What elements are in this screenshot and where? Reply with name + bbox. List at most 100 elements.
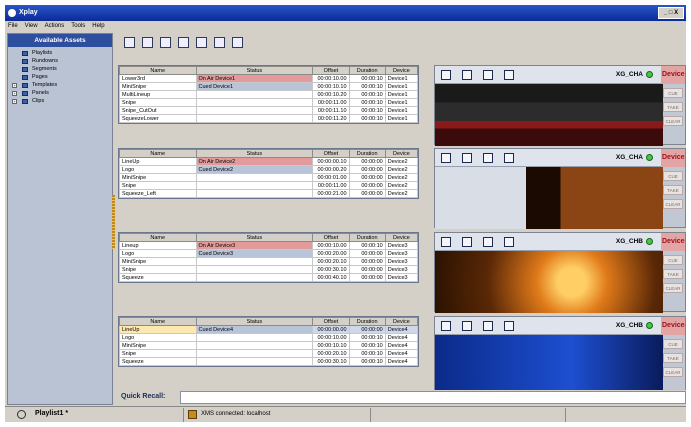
- cell-off: 00:00:30.10: [312, 357, 350, 366]
- cue-button[interactable]: CUE: [663, 339, 683, 349]
- device-tab[interactable]: Device1: [661, 66, 685, 84]
- table-row[interactable]: LineUp Cued Device4 00:00:00.00 00:00:00 Dev…: [119, 325, 419, 334]
- edit-icon[interactable]: [504, 321, 514, 331]
- device-tab[interactable]: Device2: [661, 149, 685, 167]
- column-header-status[interactable]: Status: [195, 66, 314, 75]
- save-icon[interactable]: [160, 36, 171, 48]
- copy-icon[interactable]: [483, 237, 493, 247]
- expand-icon[interactable]: +: [12, 91, 17, 96]
- edit-icon[interactable]: [504, 237, 514, 247]
- column-header-duration[interactable]: Duration: [348, 66, 386, 75]
- tree-item-pages[interactable]: Pages: [8, 74, 112, 81]
- window-controls[interactable]: _ □ X: [658, 7, 684, 19]
- cue-button[interactable]: CUE: [663, 88, 683, 98]
- table-row[interactable]: Snipe_CutOut 00:00:11.10 00:00:10 Device1: [119, 106, 419, 115]
- snapshot-icon[interactable]: [441, 237, 451, 247]
- column-header-name[interactable]: Name: [119, 149, 197, 158]
- edit-icon[interactable]: [504, 70, 514, 80]
- fit-icon[interactable]: [462, 70, 472, 80]
- tree-item-rundowns[interactable]: Rundowns: [8, 58, 112, 65]
- table-row[interactable]: Snipe 00:00:11.00 00:00:00 Device2: [119, 181, 419, 190]
- menu-actions[interactable]: Actions: [45, 21, 65, 32]
- tree-item-templates[interactable]: + Templates: [8, 82, 112, 89]
- column-header-name[interactable]: Name: [119, 233, 197, 242]
- device-tab[interactable]: Device4: [661, 317, 685, 335]
- tree-item-clips[interactable]: + Clips: [8, 98, 112, 105]
- column-header-duration[interactable]: Duration: [348, 317, 386, 326]
- table-row[interactable]: Squeeze_Left 00:00:21.00 00:00:00 Device2: [119, 189, 419, 198]
- take-button[interactable]: TAKE: [663, 102, 683, 112]
- table-row[interactable]: MiniSnipe Cued Device1 00:00:10.10 00:00:10…: [119, 82, 419, 91]
- column-header-duration[interactable]: Duration: [348, 233, 386, 242]
- table-row[interactable]: Logo Cued Device3 00:00:20.00 00:00:00 Devic…: [119, 249, 419, 258]
- expand-icon[interactable]: +: [12, 99, 17, 104]
- table-row[interactable]: Squeeze 00:00:40.10 00:00:00 Device3: [119, 273, 419, 282]
- panel-splitter[interactable]: [112, 195, 115, 249]
- table-row[interactable]: Snipe 00:00:30.10 00:00:00 Device3: [119, 265, 419, 274]
- column-header-status[interactable]: Status: [195, 233, 314, 242]
- column-header-status[interactable]: Status: [195, 149, 314, 158]
- quick-recall-input[interactable]: [180, 391, 686, 404]
- table-row[interactable]: Snipe 00:00:20.10 00:00:10 Device4: [119, 349, 419, 358]
- column-header-offset[interactable]: Offset: [312, 149, 350, 158]
- expand-icon[interactable]: +: [12, 83, 17, 88]
- copy-icon[interactable]: [483, 321, 493, 331]
- copy-icon[interactable]: [196, 36, 207, 48]
- table-row[interactable]: LineUp On Air Device2 00:00:00.10 00:00:00 D…: [119, 157, 419, 166]
- column-header-device[interactable]: Device: [384, 66, 419, 75]
- copy-icon[interactable]: [483, 153, 493, 163]
- table-row[interactable]: Squeeze 00:00:30.10 00:00:10 Device4: [119, 357, 419, 366]
- table-row[interactable]: Lineup On Air Device3 00:00:10.00 00:00:10 D…: [119, 241, 419, 250]
- column-header-offset[interactable]: Offset: [312, 233, 350, 242]
- table-row[interactable]: MiniSnipe 00:00:20.10 00:00:00 Device3: [119, 257, 419, 266]
- cue-button[interactable]: CUE: [663, 255, 683, 265]
- column-header-offset[interactable]: Offset: [312, 317, 350, 326]
- table-row[interactable]: Snipe 00:00:11.00 00:00:10 Device1: [119, 98, 419, 107]
- print-icon[interactable]: [178, 36, 189, 48]
- column-header-status[interactable]: Status: [195, 317, 314, 326]
- menu-view[interactable]: View: [25, 21, 38, 32]
- fit-icon[interactable]: [462, 237, 472, 247]
- layout-icon[interactable]: [232, 36, 243, 48]
- column-header-device[interactable]: Device: [384, 149, 419, 158]
- open-folder-icon[interactable]: [142, 36, 153, 48]
- column-header-duration[interactable]: Duration: [348, 149, 386, 158]
- table-row[interactable]: Logo 00:00:10.00 00:00:10 Device4: [119, 333, 419, 342]
- table-row[interactable]: MiniSnipe 00:00:10.10 00:00:10 Device4: [119, 341, 419, 350]
- column-header-name[interactable]: Name: [119, 66, 197, 75]
- column-header-device[interactable]: Device: [384, 233, 419, 242]
- tree-item-panels[interactable]: + Panels: [8, 90, 112, 97]
- menu-help[interactable]: Help: [92, 21, 104, 32]
- fit-icon[interactable]: [462, 321, 472, 331]
- clear-button[interactable]: CLEAR: [663, 199, 683, 209]
- snapshot-icon[interactable]: [441, 153, 451, 163]
- tree-item-playlists[interactable]: Playlists: [8, 50, 112, 57]
- table-row[interactable]: SqueezeLower 00:00:11.20 00:00:10 Device1: [119, 114, 419, 123]
- take-button[interactable]: TAKE: [663, 353, 683, 363]
- snapshot-icon[interactable]: [441, 321, 451, 331]
- edit-icon[interactable]: [504, 153, 514, 163]
- table-row[interactable]: MultiLineup 00:00:10.20 00:00:10 Device1: [119, 90, 419, 99]
- table-row[interactable]: Logo Cued Device2 00:00:00.20 00:00:00 Devic…: [119, 165, 419, 174]
- table-row[interactable]: Lower3rd On Air Device1 00:00:10.00 00:00:1…: [119, 74, 419, 83]
- cue-button[interactable]: CUE: [663, 171, 683, 181]
- menu-tools[interactable]: Tools: [71, 21, 85, 32]
- channel-name: XG_CHA: [615, 154, 643, 161]
- clear-button[interactable]: CLEAR: [663, 116, 683, 126]
- properties-icon[interactable]: [214, 36, 225, 48]
- copy-icon[interactable]: [483, 70, 493, 80]
- clear-button[interactable]: CLEAR: [663, 283, 683, 293]
- column-header-name[interactable]: Name: [119, 317, 197, 326]
- take-button[interactable]: TAKE: [663, 185, 683, 195]
- device-tab[interactable]: Device3: [661, 233, 685, 251]
- tree-item-segments[interactable]: Segments: [8, 66, 112, 73]
- menu-file[interactable]: File: [8, 21, 18, 32]
- snapshot-icon[interactable]: [441, 70, 451, 80]
- new-playlist-icon[interactable]: [124, 36, 135, 48]
- clear-button[interactable]: CLEAR: [663, 367, 683, 377]
- fit-icon[interactable]: [462, 153, 472, 163]
- table-row[interactable]: MiniSnipe 00:00:01.00 00:00:00 Device2: [119, 173, 419, 182]
- column-header-offset[interactable]: Offset: [312, 66, 350, 75]
- column-header-device[interactable]: Device: [384, 317, 419, 326]
- take-button[interactable]: TAKE: [663, 269, 683, 279]
